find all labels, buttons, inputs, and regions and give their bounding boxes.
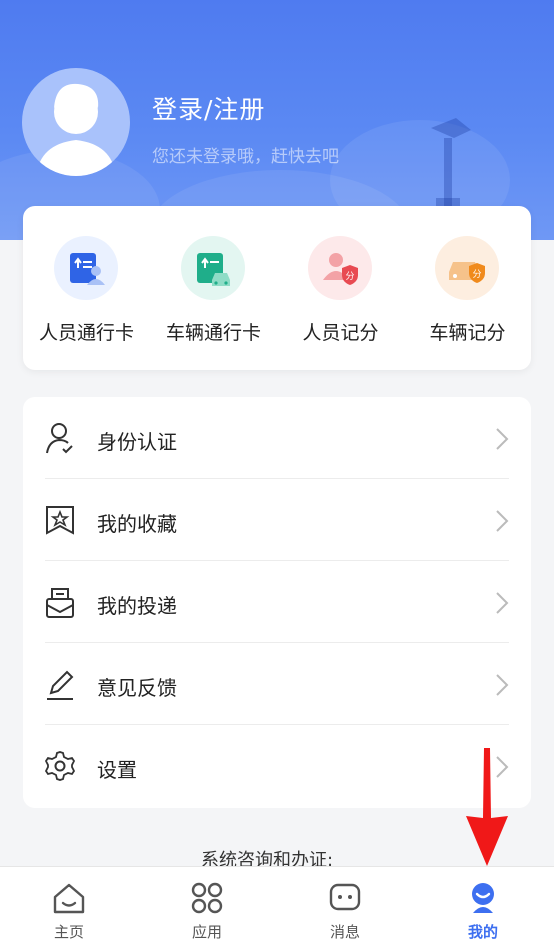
login-hint-text: 您还未登录哦，赶快去吧 (152, 147, 339, 167)
chevron-right-icon (496, 510, 509, 532)
person-pass-card-icon (70, 253, 105, 285)
feedback-pencil-icon (47, 670, 74, 700)
quick-action-vehicle-score[interactable]: 分 车辆记分 (404, 206, 531, 370)
menu-item-label: 设置 (97, 758, 137, 782)
tab-home[interactable]: 主页 (0, 867, 138, 946)
tab-messages[interactable]: 消息 (276, 867, 414, 946)
chevron-right-icon (496, 428, 509, 450)
menu-item-settings[interactable]: 设置 (23, 725, 531, 807)
tab-profile[interactable]: 我的 (414, 867, 552, 946)
identity-verify-icon (46, 423, 73, 454)
settings-gear-icon (45, 751, 75, 781)
quick-action-vehicle-pass[interactable]: 车辆通行卡 (150, 206, 277, 370)
tab-label: 消息 (329, 923, 360, 941)
person-score-icon: 分 (323, 253, 358, 285)
quick-action-label: 人员通行卡 (38, 322, 134, 344)
tab-label: 我的 (467, 923, 498, 941)
chevron-right-icon (496, 592, 509, 614)
menu-item-label: 意见反馈 (97, 676, 177, 700)
svg-text:分: 分 (345, 271, 354, 282)
menu-item-submissions[interactable]: 我的投递 (23, 561, 531, 643)
home-icon (53, 883, 85, 914)
quick-action-label: 车辆记分 (429, 322, 506, 344)
bottom-tab-bar: 主页 应用 消息 我的 (0, 866, 554, 946)
annotation-arrow-icon (466, 748, 508, 866)
crane-decoration-icon (431, 118, 471, 208)
quick-action-person-score[interactable]: 分 人员记分 (277, 206, 404, 370)
quick-action-person-pass[interactable]: 人员通行卡 (23, 206, 150, 370)
vehicle-score-icon: 分 (449, 262, 485, 283)
vehicle-pass-card-icon (197, 253, 230, 286)
chevron-right-icon (496, 674, 509, 696)
menu-item-feedback[interactable]: 意见反馈 (23, 643, 531, 725)
menu-item-label: 我的收藏 (97, 512, 177, 536)
menu-list-card: 身份认证 我的收藏 我的投递 意见反馈 设置 (23, 397, 531, 808)
tab-label: 主页 (53, 923, 84, 941)
apps-icon (191, 882, 223, 914)
quick-action-label: 人员记分 (302, 322, 379, 344)
tab-label: 应用 (191, 923, 222, 941)
quick-action-label: 车辆通行卡 (165, 322, 261, 344)
menu-item-label: 我的投递 (97, 594, 177, 618)
avatar[interactable] (22, 68, 130, 176)
profile-icon (472, 883, 494, 913)
svg-text:分: 分 (472, 269, 481, 280)
favorites-icon (46, 506, 74, 535)
menu-item-label: 身份认证 (97, 430, 177, 454)
default-avatar-icon (36, 83, 116, 176)
menu-item-favorites[interactable]: 我的收藏 (23, 479, 531, 561)
message-icon (329, 883, 361, 911)
menu-item-identity[interactable]: 身份认证 (23, 397, 531, 479)
tab-apps[interactable]: 应用 (138, 867, 276, 946)
quick-actions-card: 人员通行卡 车辆通行卡 分 人员记分 分 车辆记分 (23, 206, 531, 370)
login-register-link[interactable]: 登录/注册 (152, 90, 265, 126)
submissions-icon (46, 588, 74, 618)
